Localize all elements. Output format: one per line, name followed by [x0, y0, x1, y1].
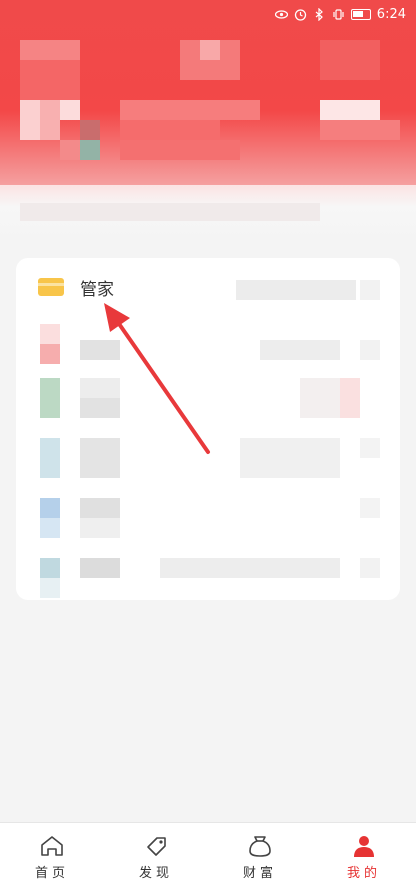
pixelated-block [80, 120, 100, 140]
home-icon [41, 836, 63, 856]
header-fade-band [0, 185, 416, 240]
profile-header: 6:24 [0, 0, 416, 185]
list-item[interactable] [16, 324, 400, 370]
pixelated-value [360, 280, 380, 300]
nav-label-wealth: 财富 [242, 866, 277, 881]
list-item[interactable] [16, 438, 400, 484]
pixelated-name [120, 100, 260, 120]
list-item[interactable] [16, 378, 400, 424]
pixelated-block [60, 100, 80, 120]
person-icon [354, 836, 374, 857]
tag-icon [147, 837, 166, 856]
pixelated-name [120, 120, 220, 140]
status-time: 6:24 [376, 6, 406, 22]
pixelated-block [320, 100, 380, 120]
card-title: 管家 [80, 279, 114, 300]
pixelated-block [40, 100, 60, 140]
money-bag-icon [249, 836, 271, 857]
list-item[interactable] [16, 558, 400, 604]
battery-icon [350, 8, 371, 20]
vibrate-icon [332, 8, 345, 21]
pixelated-block [200, 40, 220, 60]
pixelated-name [120, 140, 240, 160]
nav-item-home[interactable]: 首页 [0, 823, 104, 892]
pixelated-avatar [20, 40, 80, 60]
pixelated-block [320, 40, 380, 80]
card-header[interactable]: 管家 [16, 258, 400, 316]
bluetooth-icon [313, 7, 326, 21]
alarm-icon [294, 8, 307, 21]
pixelated-block [20, 60, 80, 100]
nav-label-home: 首页 [34, 866, 69, 881]
pixelated-block [20, 100, 40, 140]
bottom-nav: 首页 发现 财富 我的 [0, 822, 416, 892]
nav-item-wealth[interactable]: 财富 [208, 823, 312, 892]
pixelated-value [236, 280, 356, 300]
manager-card[interactable]: 管家 [16, 258, 400, 600]
pixelated-block [320, 120, 400, 140]
nav-label-mine: 我的 [346, 866, 381, 881]
list-item[interactable] [16, 498, 400, 544]
nav-item-discover[interactable]: 发现 [104, 823, 208, 892]
status-bar: 6:24 [0, 0, 416, 28]
wallet-icon [38, 278, 64, 296]
nav-item-mine[interactable]: 我的 [312, 823, 416, 892]
eye-icon [274, 8, 288, 21]
pixelated-block [80, 140, 100, 160]
nav-label-discover: 发现 [138, 866, 173, 881]
pixelated-block [60, 140, 80, 160]
